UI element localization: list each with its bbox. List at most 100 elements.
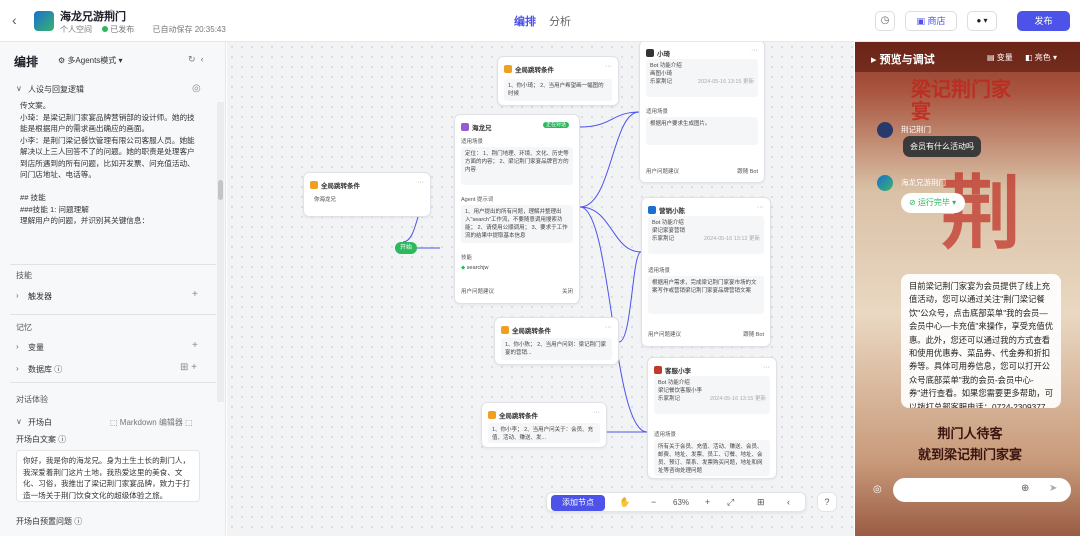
edge-cond1-to-xiaoqi bbox=[579, 111, 640, 128]
bot-reply: 目前梁记荆门家宴为会员提供了线上充值活动，您可以通过关注"荆门梁记餐饮"公众号，… bbox=[901, 274, 1061, 408]
global-jump-condition-1[interactable]: 全局跳转条件 ··· 1、你小琦； 2、当用户希望画一幅图的时候 bbox=[497, 56, 619, 106]
global-jump-condition-2[interactable]: 全局跳转条件 ··· 你海龙兄 bbox=[303, 172, 431, 217]
condition-icon bbox=[504, 65, 512, 73]
scene-label: 适用场景 bbox=[461, 139, 484, 145]
scrollbar-track[interactable] bbox=[217, 102, 224, 402]
camera-icon[interactable]: ◎ bbox=[873, 484, 882, 495]
chevron-right-icon[interactable]: › bbox=[16, 291, 19, 300]
add-node-button[interactable]: 添加节点 bbox=[551, 495, 605, 511]
hand-icon[interactable]: ✋ bbox=[619, 497, 630, 508]
panel-title: 编排 bbox=[14, 55, 39, 69]
skills-label: 技能 bbox=[461, 255, 473, 261]
markdown-editor-toggle[interactable]: ⬚ Markdown 编辑器 ⬚ bbox=[110, 417, 193, 428]
suggestion-toggle[interactable]: 关闭 bbox=[562, 287, 573, 295]
condition-icon bbox=[310, 181, 318, 189]
run-status[interactable]: ⊘ 运行完毕 ▾ bbox=[901, 193, 965, 213]
theme-select[interactable]: ◧ 亮色 ▾ bbox=[1025, 52, 1057, 63]
opening-text-label: 开场白文案 ⓘ bbox=[16, 435, 67, 444]
settings-icon[interactable]: ◎ bbox=[192, 83, 201, 94]
bot-avatar bbox=[877, 175, 893, 191]
store-button[interactable]: ▣ 商店 bbox=[905, 11, 957, 31]
skill-item[interactable]: ◆ searchjw bbox=[461, 265, 488, 271]
zoom-out-icon[interactable]: − bbox=[651, 497, 656, 507]
collapse-icon[interactable]: ‹ bbox=[787, 497, 790, 507]
global-jump-condition-3[interactable]: 全局跳转条件 ··· 1、你小陈； 2、当用户问到：梁记荆门家宴的营销... bbox=[494, 317, 619, 365]
preset-questions-label: 开场白预置问题 ⓘ bbox=[16, 517, 83, 526]
bot-intro-box: Bot 功能介绍 画图小琦 乐家荆记 2024-05-16 13:15 更新 bbox=[646, 59, 758, 97]
preview-title: ▸ 预览与调试 bbox=[871, 54, 935, 66]
database-item[interactable]: 数据库 ⓘ bbox=[28, 364, 62, 375]
poster-title: 梁记荆门家宴 bbox=[911, 77, 1011, 123]
global-jump-condition-4[interactable]: 全局跳转条件 ··· 1、你小李； 2、当用户问关于：会员、充值、活动、赚送、发… bbox=[481, 402, 607, 448]
user-message: 会员有什么活动吗 bbox=[903, 136, 981, 157]
chevron-down-icon[interactable]: ∨ bbox=[16, 417, 22, 426]
group-memory: 记忆 bbox=[16, 323, 32, 332]
agent-node-hailong[interactable]: 海龙兄 正在对话 适用场景 定位： 1、荆门地理、环境、文化、历史等方面的内容；… bbox=[454, 114, 580, 304]
preview-header: ▸ 预览与调试 ▤ 变量 ◧ 亮色 ▾ bbox=[855, 42, 1080, 72]
status-label: 已发布 bbox=[110, 25, 135, 34]
group-skills: 技能 bbox=[16, 271, 32, 280]
poster-banner: 荆门人待客 就到梁记荆门家宴 bbox=[917, 427, 1022, 463]
poster-big-char: 荆 bbox=[941, 166, 1021, 260]
scene-label: 适用场景 bbox=[646, 109, 669, 115]
active-badge: 正在对话 bbox=[542, 122, 569, 128]
chat-input[interactable]: ⊕ ➤ bbox=[893, 478, 1071, 502]
add-attachment-icon[interactable]: ⊕ bbox=[1021, 483, 1029, 494]
user-name: 荆记荆门 bbox=[901, 125, 931, 134]
tab-analyze[interactable]: 分析 bbox=[549, 16, 571, 28]
variables-button[interactable]: ▤ 变量 bbox=[987, 52, 1013, 63]
collapse-icon[interactable]: ‹ bbox=[201, 54, 204, 64]
triggers-item[interactable]: 触发器 bbox=[28, 291, 52, 302]
scene-text: 根据用户需求，完成梁记荆门家宴市场的文案写作或营销梁记荆门家宴品牌营销文案 bbox=[648, 276, 764, 314]
preview-panel: ▸ 预览与调试 ▤ 变量 ◧ 亮色 ▾ 梁记荆门家宴 荆 荆记荆门 会员有什么活… bbox=[855, 42, 1080, 536]
more-icon[interactable]: ··· bbox=[751, 47, 758, 54]
group-chat-experience: 对话体验 bbox=[16, 395, 48, 404]
bot-node-yingxiao[interactable]: 营销小陈 ··· Bot 功能介绍 梁记家宴营销 乐家荆记 2024-05-16 13… bbox=[641, 197, 771, 347]
database-settings-icon[interactable]: ⊞ + bbox=[180, 362, 197, 373]
scene-label: 适用场景 bbox=[648, 268, 671, 274]
fit-view-icon[interactable]: ⤢ bbox=[727, 497, 734, 508]
more-icon[interactable]: ··· bbox=[605, 63, 612, 70]
opening-textarea[interactable]: 你好，我是你的海龙兄。身为土生土长的荆门人，我深爱着荆门这片土地，我热爱这里的美… bbox=[16, 450, 200, 502]
back-arrow-icon[interactable]: ‹ bbox=[12, 12, 17, 28]
bot-name: 海龙兄游荆门 bbox=[901, 178, 946, 187]
scene-text: 根据用户要求生成图片。 bbox=[646, 117, 758, 145]
bot-avatar bbox=[648, 206, 656, 214]
refresh-icon[interactable]: ↻ bbox=[188, 54, 196, 64]
zoom-in-icon[interactable]: + bbox=[705, 497, 710, 507]
canvas-toolbar: 添加节点 ✋ − 63% + ⤢ ⊞ ‹ bbox=[546, 492, 806, 512]
chevron-right-icon[interactable]: › bbox=[16, 342, 19, 351]
add-trigger-icon[interactable]: + bbox=[192, 289, 198, 300]
persona-textarea[interactable]: 传文案。 小琦：是梁记荆门家宴品牌营销部的设计师。她的技能是根据用户的需求画出确… bbox=[20, 100, 200, 262]
user-avatar-button[interactable]: ● ▾ bbox=[967, 11, 997, 31]
history-icon[interactable]: ◷ bbox=[875, 11, 895, 31]
workflow-canvas[interactable]: 全局跳转条件 ··· 1、你小琦； 2、当用户希望画一幅图的时候 全局跳转条件 … bbox=[227, 42, 854, 536]
suggestion-label: 用户问题建议 bbox=[461, 289, 495, 295]
send-icon[interactable]: ➤ bbox=[1049, 483, 1057, 494]
more-icon[interactable]: ··· bbox=[417, 179, 424, 186]
publish-button[interactable]: 发布 bbox=[1017, 11, 1070, 31]
more-icon[interactable]: ··· bbox=[757, 204, 764, 211]
add-variable-icon[interactable]: + bbox=[192, 340, 198, 351]
tab-arrange[interactable]: 编排 bbox=[514, 16, 536, 28]
zoom-level[interactable]: 63% bbox=[673, 498, 689, 507]
mode-tabs: 编排 分析 bbox=[514, 13, 571, 29]
bot-avatar bbox=[646, 49, 654, 57]
layout-icon[interactable]: ⊞ bbox=[757, 497, 765, 508]
app-meta: 个人空间 已发布 已自动保存 20:35:43 bbox=[60, 24, 234, 35]
agent-mode-select[interactable]: ⚙ 多Agents模式 ▾ bbox=[58, 55, 123, 66]
chevron-down-icon[interactable]: ∨ bbox=[16, 84, 22, 93]
persona-scroll-thumb[interactable] bbox=[218, 180, 223, 200]
chevron-right-icon[interactable]: › bbox=[16, 364, 19, 373]
autosave-label: 已自动保存 20:35:43 bbox=[152, 25, 226, 34]
bot-node-xiaoqi[interactable]: 小琦 ··· Bot 功能介绍 画图小琦 乐家荆记 2024-05-16 13:15 … bbox=[639, 42, 765, 183]
opening-section[interactable]: 开场白 bbox=[28, 417, 52, 428]
edit-icon[interactable]: ✎ bbox=[109, 8, 117, 19]
start-node[interactable]: 开始 bbox=[395, 242, 417, 254]
help-icon[interactable]: ? bbox=[817, 492, 837, 512]
scene-text: 定位： 1、荆门地理、环境、文化、历史等方面的内容； 2、梁记荆门家宴品牌官方的… bbox=[461, 147, 573, 185]
persona-section-title[interactable]: 人设与回复逻辑 bbox=[28, 84, 84, 95]
bot-node-kefu[interactable]: 客服小李 ··· Bot 功能介绍 梁记餐饮客服小李 乐家荆记 2024-05-16 … bbox=[647, 357, 777, 479]
variables-item[interactable]: 变量 bbox=[28, 342, 44, 353]
condition-body: 1、你小琦； 2、当用户希望画一幅图的时候 bbox=[504, 79, 612, 101]
